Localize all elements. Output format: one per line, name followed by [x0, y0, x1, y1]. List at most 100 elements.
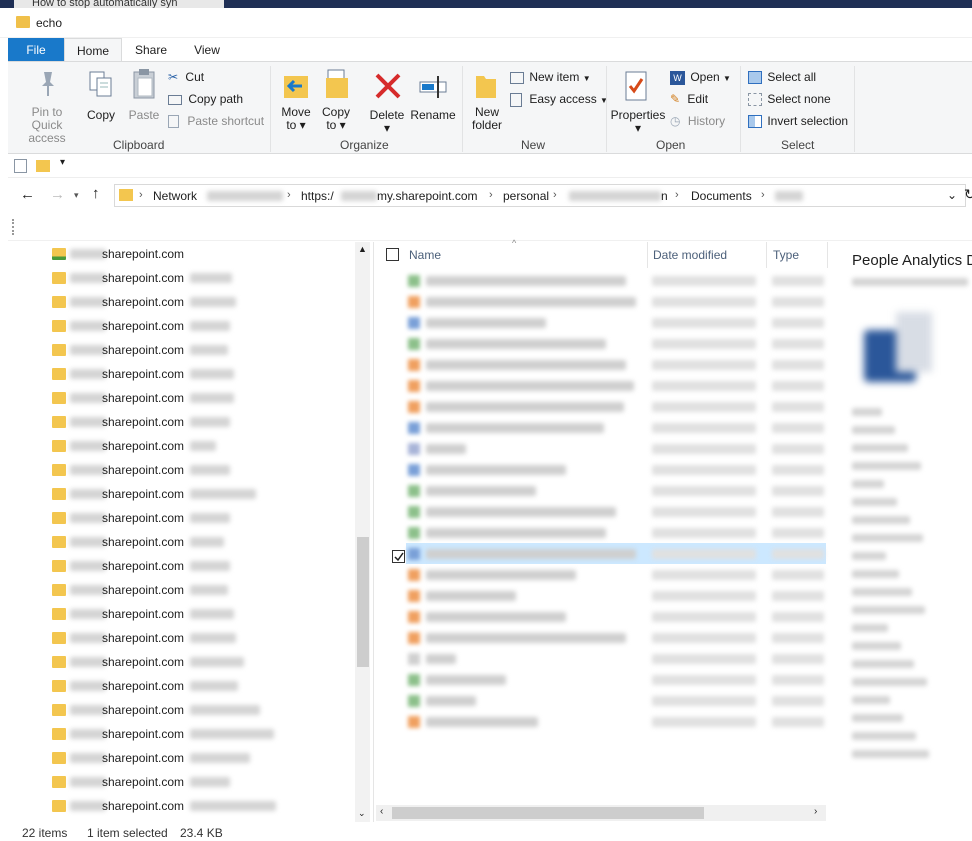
tab-home[interactable]: Home	[64, 38, 122, 62]
select-all-checkbox[interactable]	[386, 248, 399, 261]
scroll-right-icon[interactable]: ›	[814, 806, 817, 817]
file-row[interactable]	[406, 291, 826, 312]
nav-item[interactable]: sharepoint.com	[8, 482, 348, 506]
chevron-right-icon[interactable]: ›	[287, 189, 291, 201]
file-row[interactable]	[406, 501, 826, 522]
nav-item[interactable]: sharepoint.com	[8, 266, 348, 290]
file-row[interactable]	[406, 396, 826, 417]
file-row[interactable]	[406, 480, 826, 501]
select-none-button[interactable]: Select none	[748, 92, 831, 107]
paste-button[interactable]: Paste	[124, 66, 164, 132]
file-row[interactable]	[406, 627, 826, 648]
open-button[interactable]: W Open ▼	[670, 70, 731, 86]
file-row[interactable]	[406, 312, 826, 333]
address-bar[interactable]: › Network › https:/ my.sharepoint.com › …	[114, 184, 966, 207]
tab-share[interactable]: Share	[128, 38, 174, 62]
paste-shortcut-button[interactable]: Paste shortcut	[168, 114, 264, 129]
file-row[interactable]	[406, 585, 826, 606]
new-folder-icon[interactable]	[36, 160, 50, 172]
chevron-right-icon[interactable]: ›	[139, 189, 143, 201]
file-row[interactable]	[406, 669, 826, 690]
nav-item[interactable]: sharepoint.com	[8, 554, 348, 578]
breadcrumb-personal[interactable]: personal	[503, 189, 549, 203]
cut-button[interactable]: ✂ Cut	[168, 70, 204, 84]
nav-item[interactable]: sharepoint.com	[8, 626, 348, 650]
horizontal-scrollbar-thumb[interactable]	[392, 807, 704, 819]
nav-item[interactable]: sharepoint.com	[8, 578, 348, 602]
file-row[interactable]	[406, 543, 826, 564]
easy-access-button[interactable]: Easy access ▼	[510, 92, 608, 108]
edit-button[interactable]: ✎ Edit	[670, 92, 708, 106]
file-row[interactable]	[406, 711, 826, 732]
nav-item[interactable]: sharepoint.com	[8, 314, 348, 338]
breadcrumb-documents[interactable]: Documents	[691, 189, 752, 203]
nav-item[interactable]: sharepoint.com	[8, 650, 348, 674]
column-header-type[interactable]: Type	[773, 248, 799, 262]
file-row[interactable]	[406, 333, 826, 354]
browser-tab[interactable]: How to stop automatically syn	[14, 0, 224, 8]
nav-item[interactable]: sharepoint.com	[8, 698, 348, 722]
customize-toolbar-icon[interactable]: ▾	[60, 157, 65, 168]
forward-arrow-icon[interactable]: →	[50, 186, 65, 203]
nav-item[interactable]: sharepoint.com	[8, 410, 348, 434]
nav-item[interactable]: sharepoint.com	[8, 530, 348, 554]
select-all-button[interactable]: Select all	[748, 70, 816, 85]
file-row[interactable]	[406, 375, 826, 396]
nav-item[interactable]: sharepoint.com	[8, 722, 348, 746]
row-checkbox[interactable]	[392, 550, 405, 563]
nav-item[interactable]: sharepoint.com	[8, 362, 348, 386]
file-row[interactable]	[406, 417, 826, 438]
nav-item[interactable]: sharepoint.com	[8, 338, 348, 362]
nav-scrollbar[interactable]: ▲ ⌄	[355, 242, 370, 822]
recent-locations-icon[interactable]: ▾	[74, 190, 79, 201]
delete-button[interactable]: Delete ▾	[368, 66, 406, 135]
properties-icon[interactable]	[14, 159, 27, 173]
pin-to-quick-access-button[interactable]: Pin to Quick access	[16, 66, 78, 145]
move-to-button[interactable]: Move to ▾	[278, 66, 314, 132]
scroll-left-icon[interactable]: ‹	[380, 806, 383, 817]
copy-button[interactable]: Copy	[84, 66, 118, 132]
copy-path-button[interactable]: Copy path	[168, 92, 243, 106]
new-folder-button[interactable]: New folder	[468, 66, 506, 132]
file-row[interactable]	[406, 564, 826, 585]
chevron-right-icon[interactable]: ›	[489, 189, 493, 201]
new-item-button[interactable]: New item ▼	[510, 70, 591, 86]
history-button[interactable]: ◷ History	[670, 114, 725, 128]
file-row[interactable]	[406, 690, 826, 711]
invert-selection-button[interactable]: Invert selection	[748, 114, 848, 129]
file-row[interactable]	[406, 459, 826, 480]
file-row[interactable]	[406, 354, 826, 375]
chevron-right-icon[interactable]: ›	[675, 189, 679, 201]
nav-item[interactable]: sharepoint.com	[8, 794, 348, 818]
file-row[interactable]	[406, 438, 826, 459]
breadcrumb-network[interactable]: Network	[153, 189, 197, 203]
chevron-right-icon[interactable]: ›	[761, 189, 765, 201]
up-arrow-icon[interactable]: ↑	[92, 185, 100, 202]
nav-item[interactable]: sharepoint.com	[8, 746, 348, 770]
chevron-right-icon[interactable]: ›	[553, 189, 557, 201]
address-dropdown-icon[interactable]: ⌄	[947, 188, 957, 202]
refresh-icon[interactable]: ↻	[964, 186, 972, 203]
nav-item[interactable]: sharepoint.com	[8, 290, 348, 314]
nav-item[interactable]: sharepoint.com	[8, 434, 348, 458]
nav-item[interactable]: sharepoint.com	[8, 458, 348, 482]
file-row[interactable]	[406, 522, 826, 543]
breadcrumb-user[interactable]: n	[661, 189, 668, 203]
column-header-name[interactable]: Name	[409, 248, 441, 262]
tab-file[interactable]: File	[8, 38, 64, 62]
file-row[interactable]	[406, 648, 826, 669]
file-row[interactable]	[406, 270, 826, 291]
rename-button[interactable]: Rename	[410, 66, 456, 132]
breadcrumb-https[interactable]: https:/	[301, 189, 334, 203]
nav-item[interactable]: sharepoint.com	[8, 506, 348, 530]
file-row[interactable]	[406, 606, 826, 627]
scroll-up-icon[interactable]: ▲	[358, 244, 367, 254]
nav-item[interactable]: sharepoint.com	[8, 386, 348, 410]
nav-scrollbar-thumb[interactable]	[357, 537, 369, 667]
nav-item[interactable]: sharepoint.com	[8, 242, 348, 266]
properties-button[interactable]: Properties ▾	[610, 66, 666, 135]
copy-to-button[interactable]: Copy to ▾	[318, 66, 354, 132]
tab-view[interactable]: View	[186, 38, 228, 62]
nav-item[interactable]: sharepoint.com	[8, 602, 348, 626]
breadcrumb-sharepoint[interactable]: my.sharepoint.com	[377, 189, 477, 203]
